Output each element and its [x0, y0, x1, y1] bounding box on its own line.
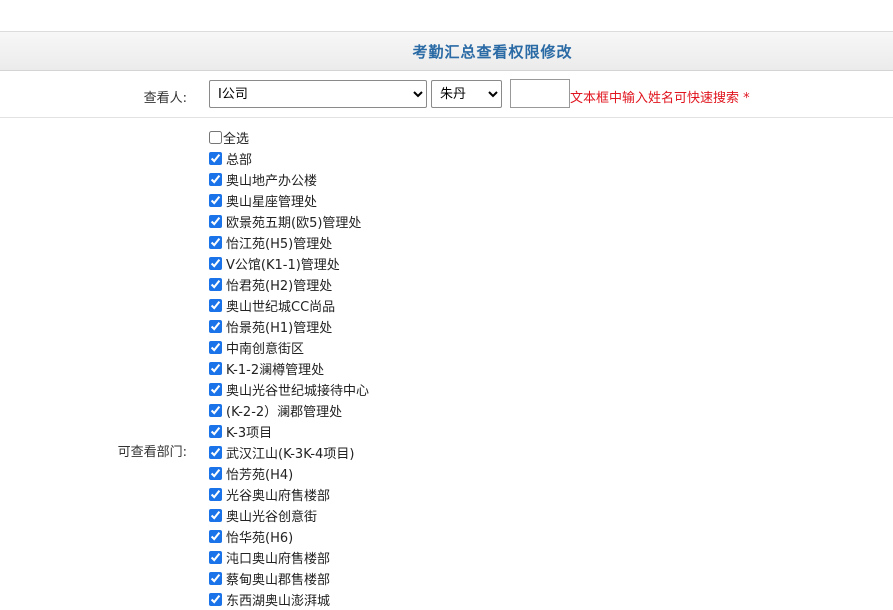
department-checkbox[interactable]: [209, 320, 222, 333]
department-item: K-3项目: [209, 421, 809, 442]
viewer-label: 查看人:: [143, 91, 187, 106]
department-checkbox[interactable]: [209, 173, 222, 186]
department-item: V公馆(K1-1)管理处: [209, 253, 809, 274]
page-header: 考勤汇总查看权限修改: [0, 31, 893, 71]
department-checkbox[interactable]: [209, 257, 222, 270]
department-checkbox[interactable]: [209, 530, 222, 543]
department-item: 奥山世纪城CC尚品: [209, 295, 809, 316]
department-checkbox[interactable]: [209, 152, 222, 165]
department-label: 奥山星座管理处: [226, 195, 318, 210]
department-checkbox[interactable]: [209, 488, 222, 501]
department-checkbox[interactable]: [209, 362, 222, 375]
department-label: 怡华苑(H6): [226, 531, 294, 546]
department-item: K-1-2澜樽管理处: [209, 358, 809, 379]
department-list: 全选 总部奥山地产办公楼 奥山星座管理处欧景苑五期(欧5)管理处 怡江苑(H5)管理…: [209, 127, 809, 610]
department-label: K-1-2澜樽管理处: [226, 363, 325, 378]
department-label: 中南创意街区: [226, 342, 305, 357]
department-item: 欧景苑五期(欧5)管理处: [209, 211, 809, 232]
department-label: 奥山光谷世纪城接待中心: [226, 384, 370, 399]
viewer-row: 查看人: Ⅰ公司 朱丹 文本框中输入姓名可快速搜索 *: [0, 71, 893, 118]
department-item: 奥山光谷创意街: [209, 505, 809, 526]
department-label: (K-2-2）澜郡管理处: [226, 405, 343, 420]
department-label: 奥山世纪城CC尚品: [226, 300, 336, 315]
department-checkbox[interactable]: [209, 341, 222, 354]
department-label: 怡君苑(H2)管理处: [226, 279, 333, 294]
department-label: 沌口奥山府售楼部: [226, 552, 331, 567]
department-label: 欧景苑五期(欧5)管理处: [226, 216, 362, 231]
department-checkbox[interactable]: [209, 467, 222, 480]
department-label: 蔡甸奥山郡售楼部: [226, 573, 331, 588]
department-label: 光谷奥山府售楼部: [226, 489, 331, 504]
department-label: 怡江苑(H5)管理处: [226, 237, 333, 252]
select-all-item: 全选: [209, 127, 809, 148]
department-item: 光谷奥山府售楼部: [209, 484, 809, 505]
department-item: 中南创意街区: [209, 337, 809, 358]
department-checkbox[interactable]: [209, 215, 222, 228]
department-item: 蔡甸奥山郡售楼部: [209, 568, 809, 589]
department-label: 总部: [226, 153, 253, 168]
department-checkbox[interactable]: [209, 509, 222, 522]
department-label: 奥山地产办公楼: [226, 174, 318, 189]
department-checkbox[interactable]: [209, 194, 222, 207]
department-item: 奥山星座管理处: [209, 190, 809, 211]
person-select[interactable]: 朱丹: [431, 80, 502, 108]
department-item: 怡芳苑(H4): [209, 463, 809, 484]
department-checkbox[interactable]: [209, 425, 222, 438]
department-item: 奥山地产办公楼: [209, 169, 809, 190]
department-label: K-3项目: [226, 426, 273, 441]
department-label: V公馆(K1-1)管理处: [226, 258, 340, 273]
department-label: 东西湖奥山澎湃城: [226, 594, 331, 609]
department-item: 怡江苑(H5)管理处: [209, 232, 809, 253]
department-item: 怡景苑(H1)管理处: [209, 316, 809, 337]
department-checkbox[interactable]: [209, 278, 222, 291]
department-label: 怡景苑(H1)管理处: [226, 321, 333, 336]
department-item: (K-2-2）澜郡管理处: [209, 400, 809, 421]
select-all-label: 全选: [223, 132, 250, 147]
department-checkbox[interactable]: [209, 383, 222, 396]
company-select[interactable]: Ⅰ公司: [209, 80, 427, 108]
department-checkbox[interactable]: [209, 404, 222, 417]
department-checkbox[interactable]: [209, 572, 222, 585]
department-item: 怡华苑(H6): [209, 526, 809, 547]
name-search-input[interactable]: [510, 79, 570, 108]
department-checkbox[interactable]: [209, 551, 222, 564]
search-hint: 文本框中输入姓名可快速搜索 *: [570, 91, 750, 106]
department-checkbox[interactable]: [209, 299, 222, 312]
select-all-checkbox[interactable]: [209, 131, 222, 144]
department-item: 东西湖奥山澎湃城: [209, 589, 809, 610]
department-label: 怡芳苑(H4): [226, 468, 294, 483]
department-label: 武汉江山(K-3K-4项目): [226, 447, 355, 462]
department-label: 奥山光谷创意街: [226, 510, 318, 525]
department-checkbox[interactable]: [209, 593, 222, 606]
page-title: 考勤汇总查看权限修改: [412, 43, 573, 61]
department-item: 武汉江山(K-3K-4项目): [209, 442, 809, 463]
departments-label: 可查看部门:: [117, 445, 187, 460]
department-checkbox[interactable]: [209, 236, 222, 249]
department-item: 怡君苑(H2)管理处: [209, 274, 809, 295]
department-item: 沌口奥山府售楼部: [209, 547, 809, 568]
department-item: 奥山光谷世纪城接待中心: [209, 379, 809, 400]
department-checkbox[interactable]: [209, 446, 222, 459]
department-item: 总部: [209, 148, 809, 169]
